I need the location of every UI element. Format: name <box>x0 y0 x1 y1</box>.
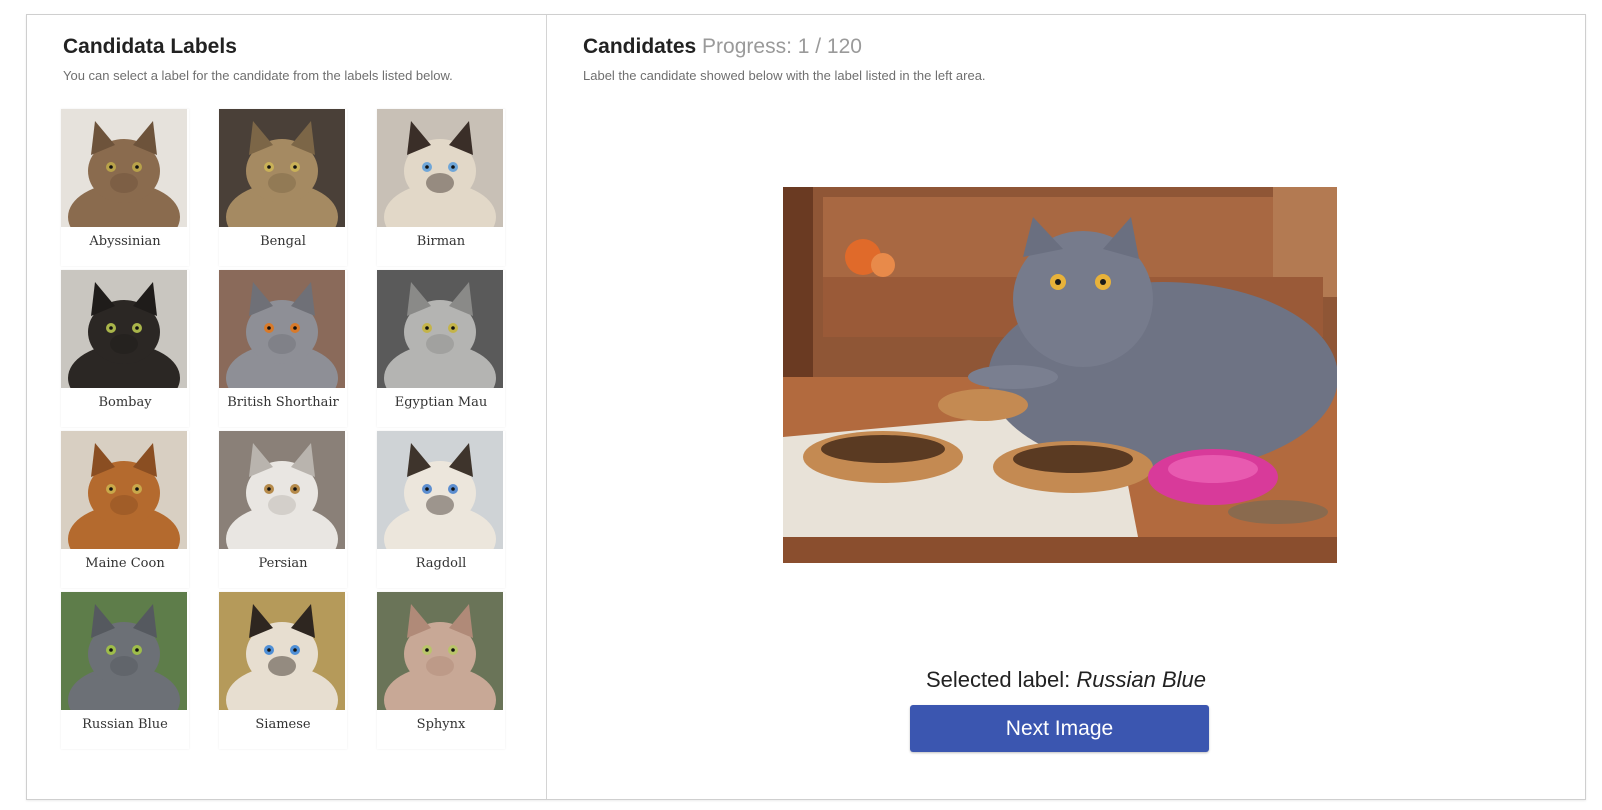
cat-photo-icon <box>219 270 345 388</box>
label-option-russian-blue[interactable]: Russian Blue <box>61 592 189 749</box>
selected-label-prefix: Selected label: <box>925 667 1071 692</box>
label-option-persian[interactable]: Persian <box>219 431 347 588</box>
label-thumbnail <box>377 109 503 227</box>
candidates-title-text: Candidates <box>583 35 697 58</box>
label-name: Bombay <box>98 395 152 410</box>
label-thumbnail <box>219 109 345 227</box>
label-name: Persian <box>258 556 308 571</box>
label-option-ragdoll[interactable]: Ragdoll <box>377 431 505 588</box>
cat-photo-icon <box>377 592 503 710</box>
candidates-panel-instructions: Label the candidate showed below with th… <box>583 68 986 83</box>
label-option-abyssinian[interactable]: Abyssinian <box>61 109 189 266</box>
progress-indicator: Progress: 1 / 120 <box>702 35 862 58</box>
label-name: Bengal <box>260 234 306 249</box>
label-thumbnail <box>377 270 503 388</box>
cat-photo-icon <box>61 431 187 549</box>
label-grid: Abyssinian Bengal Birman Bombay British Shor… <box>61 109 505 749</box>
label-thumbnail <box>377 431 503 549</box>
cat-photo-icon <box>219 109 345 227</box>
candidate-image <box>783 187 1337 563</box>
label-option-maine-coon[interactable]: Maine Coon <box>61 431 189 588</box>
label-name: Maine Coon <box>85 556 165 571</box>
label-thumbnail <box>219 592 345 710</box>
cat-photo-icon <box>377 270 503 388</box>
label-thumbnail <box>61 431 187 549</box>
labels-panel-instructions: You can select a label for the candidate… <box>63 68 453 83</box>
selected-label-value: Russian Blue <box>1076 667 1207 692</box>
cat-photo-icon <box>61 109 187 227</box>
candidates-panel: Candidates Progress: 1 / 120 Label the c… <box>547 15 1585 799</box>
label-thumbnail <box>61 109 187 227</box>
candidate-labels-panel: Candidata Labels You can select a label … <box>27 15 547 799</box>
label-name: Abyssinian <box>89 234 161 249</box>
selected-label: Selected label: Russian Blue <box>547 667 1585 693</box>
cat-photo-icon <box>377 109 503 227</box>
cat-on-shoes-photo-icon <box>783 187 1337 563</box>
label-option-egyptian-mau[interactable]: Egyptian Mau <box>377 270 505 427</box>
cat-photo-icon <box>219 592 345 710</box>
label-option-birman[interactable]: Birman <box>377 109 505 266</box>
labeling-window: Candidata Labels You can select a label … <box>26 14 1586 800</box>
label-name: Ragdoll <box>415 556 467 571</box>
label-option-sphynx[interactable]: Sphynx <box>377 592 505 749</box>
label-name: British Shorthair <box>227 395 339 410</box>
label-option-bombay[interactable]: Bombay <box>61 270 189 427</box>
label-thumbnail <box>219 431 345 549</box>
cat-photo-icon <box>219 431 345 549</box>
candidates-panel-title: Candidates Progress: 1 / 120 <box>583 35 862 59</box>
label-name: Russian Blue <box>82 717 168 732</box>
next-image-button[interactable]: Next Image <box>910 705 1209 752</box>
label-option-bengal[interactable]: Bengal <box>219 109 347 266</box>
label-thumbnail <box>61 592 187 710</box>
label-option-siamese[interactable]: Siamese <box>219 592 347 749</box>
labels-panel-title: Candidata Labels <box>63 35 237 58</box>
label-name: Sphynx <box>416 717 466 732</box>
label-thumbnail <box>377 592 503 710</box>
label-thumbnail <box>219 270 345 388</box>
label-thumbnail <box>61 270 187 388</box>
cat-photo-icon <box>61 270 187 388</box>
label-name: Egyptian Mau <box>394 395 488 410</box>
label-name: Siamese <box>255 717 311 732</box>
cat-photo-icon <box>61 592 187 710</box>
label-name: Birman <box>416 234 466 249</box>
label-option-british-shorthair[interactable]: British Shorthair <box>219 270 347 427</box>
cat-photo-icon <box>377 431 503 549</box>
